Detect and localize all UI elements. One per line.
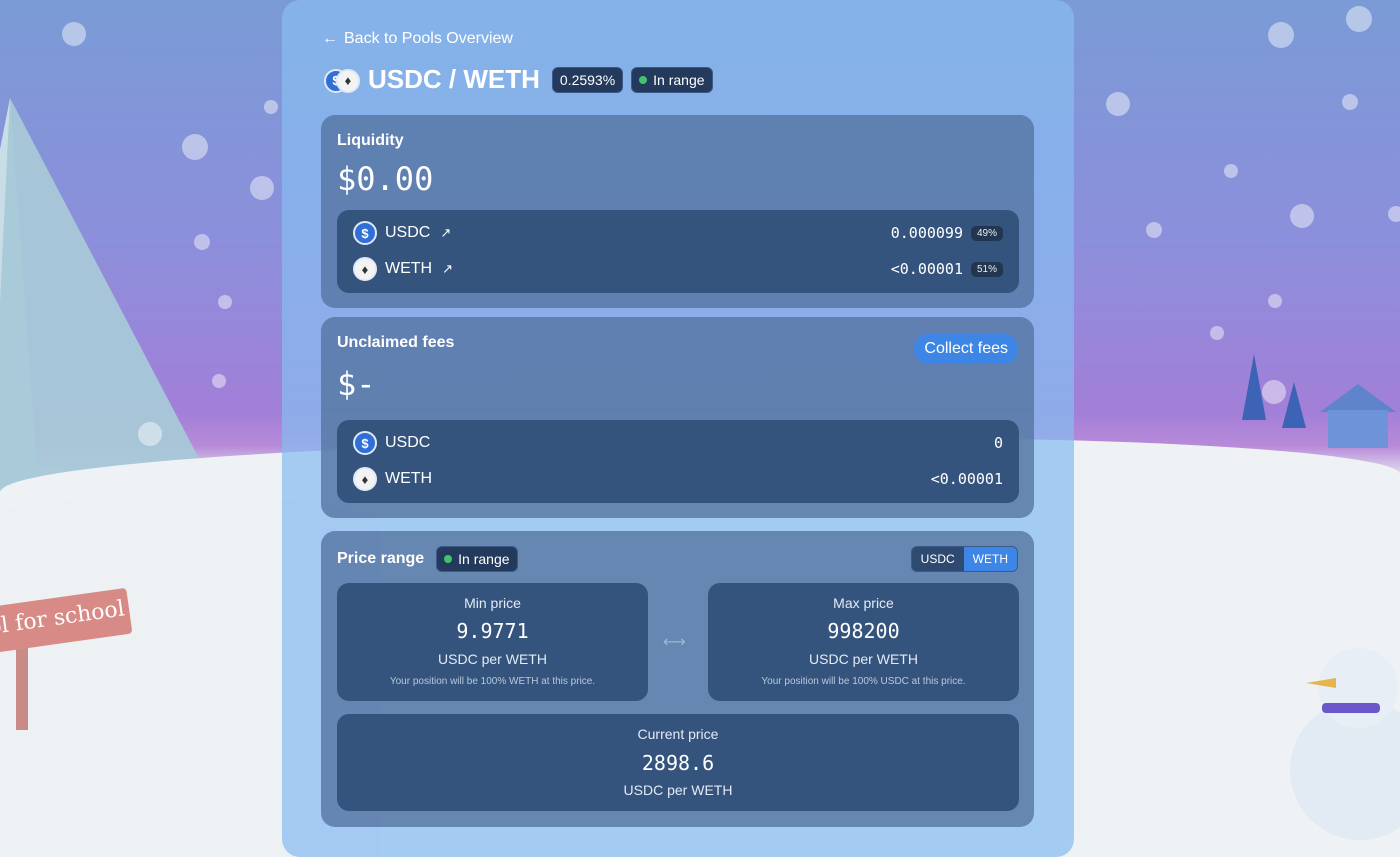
back-link-label: Back to Pools Overview [344, 30, 513, 47]
liquidity-card: Liquidity $0.00 $ USDC ↗ 0.000099 49% ♦ … [321, 115, 1034, 308]
token-amount-group: <0.00001 51% [891, 260, 1003, 278]
snowflake [62, 22, 86, 46]
current-price-box: Current price 2898.6 USDC per WETH [337, 714, 1019, 811]
percent-badge: 49% [970, 225, 1003, 241]
max-price-unit: USDC per WETH [809, 651, 918, 667]
list-item: $ USDC ↗ 0.000099 49% [353, 219, 1003, 247]
snowman-nose [1306, 678, 1336, 688]
token-amount: <0.00001 [930, 470, 1003, 488]
token-pair-icons: $ ♦ [322, 66, 360, 94]
token-amount: 0.000099 [890, 224, 963, 242]
status-label: In range [458, 551, 510, 567]
toggle-usdc[interactable]: USDC [912, 547, 964, 571]
weth-token-icon: ♦ [353, 257, 377, 281]
token-symbol: USDC [385, 434, 431, 451]
snowflake [212, 374, 226, 388]
status-label: In range [653, 71, 705, 88]
min-price-note: Your position will be 100% WETH at this … [389, 676, 596, 687]
pool-title-row: $ ♦ USDC / WETH 0.2593% In range [322, 64, 713, 95]
token-label-weth: ♦ WETH [353, 467, 432, 491]
snowflake [1290, 204, 1314, 228]
pool-detail-panel: ← Back to Pools Overview $ ♦ USDC / WETH… [282, 0, 1074, 857]
snowflake [1342, 94, 1358, 110]
max-price-note: Your position will be 100% USDC at this … [761, 676, 966, 687]
list-item: ♦ WETH <0.00001 [353, 465, 1003, 493]
max-price-label: Max price [833, 595, 894, 611]
house-icon [1328, 410, 1388, 448]
token-symbol: WETH [385, 470, 433, 487]
snowflake [1224, 164, 1238, 178]
token-symbol: USDC [385, 224, 431, 241]
liquidity-value: $0.00 [337, 160, 434, 198]
external-link-icon: ↗ [442, 261, 454, 276]
collect-fees-button[interactable]: Collect fees [914, 334, 1018, 364]
min-price-value: 9.9771 [456, 619, 529, 643]
snowflake [1146, 222, 1162, 238]
fees-label: Unclaimed fees [337, 334, 455, 351]
token-link-weth[interactable]: ♦ WETH ↗ [353, 257, 453, 281]
min-price-box: Min price 9.9771 USDC per WETH Your posi… [337, 583, 648, 701]
current-price-label: Current price [637, 726, 719, 742]
list-item: ♦ WETH ↗ <0.00001 51% [353, 255, 1003, 283]
liquidity-label: Liquidity [337, 132, 404, 149]
token-symbol: WETH [385, 260, 433, 277]
snowflake [1210, 326, 1224, 340]
sign-post [16, 640, 28, 730]
arrow-left-icon: ← [322, 30, 338, 47]
current-price-value: 2898.6 [641, 751, 715, 775]
range-status-badge: In range [436, 546, 518, 572]
snowflake [218, 295, 232, 309]
percent-badge: 51% [970, 261, 1003, 277]
weth-token-icon: ♦ [353, 467, 377, 491]
max-price-box: Max price 998200 USDC per WETH Your posi… [708, 583, 1019, 701]
unclaimed-fees-card: Unclaimed fees Collect fees $- $ USDC 0 … [321, 317, 1034, 518]
fee-tier-badge: 0.2593% [551, 66, 624, 93]
snowflake [1388, 206, 1400, 222]
min-price-label: Min price [464, 595, 521, 611]
token-amount: <0.00001 [890, 260, 963, 278]
list-item: $ USDC 0 [353, 429, 1003, 457]
price-range-label: Price range [337, 550, 425, 567]
price-range-card: Price range In range USDC WETH Min price… [321, 531, 1034, 827]
snowflake [1346, 6, 1372, 32]
range-arrow-icon: ⟷ [663, 634, 686, 651]
price-range-header: Price range In range [337, 546, 518, 572]
token-label-usdc: $ USDC [353, 431, 430, 455]
weth-token-icon: ♦ [336, 68, 360, 93]
token-amount-group: <0.00001 [931, 470, 1003, 488]
snowflake [1262, 380, 1286, 404]
liquidity-breakdown: $ USDC ↗ 0.000099 49% ♦ WETH ↗ <0.00001 … [337, 210, 1019, 293]
snowflake [1268, 294, 1282, 308]
snowman-scarf [1322, 703, 1380, 713]
fees-value: $- [337, 365, 376, 403]
snowflake [194, 234, 210, 250]
range-status-badge: In range [631, 66, 713, 93]
snowflake [138, 422, 162, 446]
token-amount: 0 [993, 434, 1003, 452]
token-amount-group: 0.000099 49% [891, 224, 1003, 242]
snowman-head [1318, 648, 1398, 728]
current-price-unit: USDC per WETH [623, 782, 733, 798]
toggle-weth[interactable]: WETH [963, 547, 1017, 571]
max-price-value: 998200 [827, 619, 900, 643]
fees-breakdown: $ USDC 0 ♦ WETH <0.00001 [337, 420, 1019, 503]
usdc-token-icon: $ [353, 221, 377, 245]
snowflake [1268, 22, 1294, 48]
status-dot-icon [444, 555, 453, 563]
snowflake [264, 100, 278, 114]
usdc-token-icon: $ [353, 431, 377, 455]
min-price-unit: USDC per WETH [438, 651, 547, 667]
token-link-usdc[interactable]: $ USDC ↗ [353, 221, 451, 245]
status-dot-icon [639, 75, 648, 84]
external-link-icon: ↗ [440, 225, 452, 240]
snowflake [1106, 92, 1130, 116]
token-amount-group: 0 [994, 434, 1003, 452]
snowflake [182, 134, 208, 160]
snowflake [250, 176, 274, 200]
page-title: USDC / WETH [368, 64, 540, 94]
house-roof [1320, 384, 1396, 412]
back-to-pools-link[interactable]: ← Back to Pools Overview [322, 30, 513, 48]
price-unit-toggle: USDC WETH [910, 546, 1018, 572]
